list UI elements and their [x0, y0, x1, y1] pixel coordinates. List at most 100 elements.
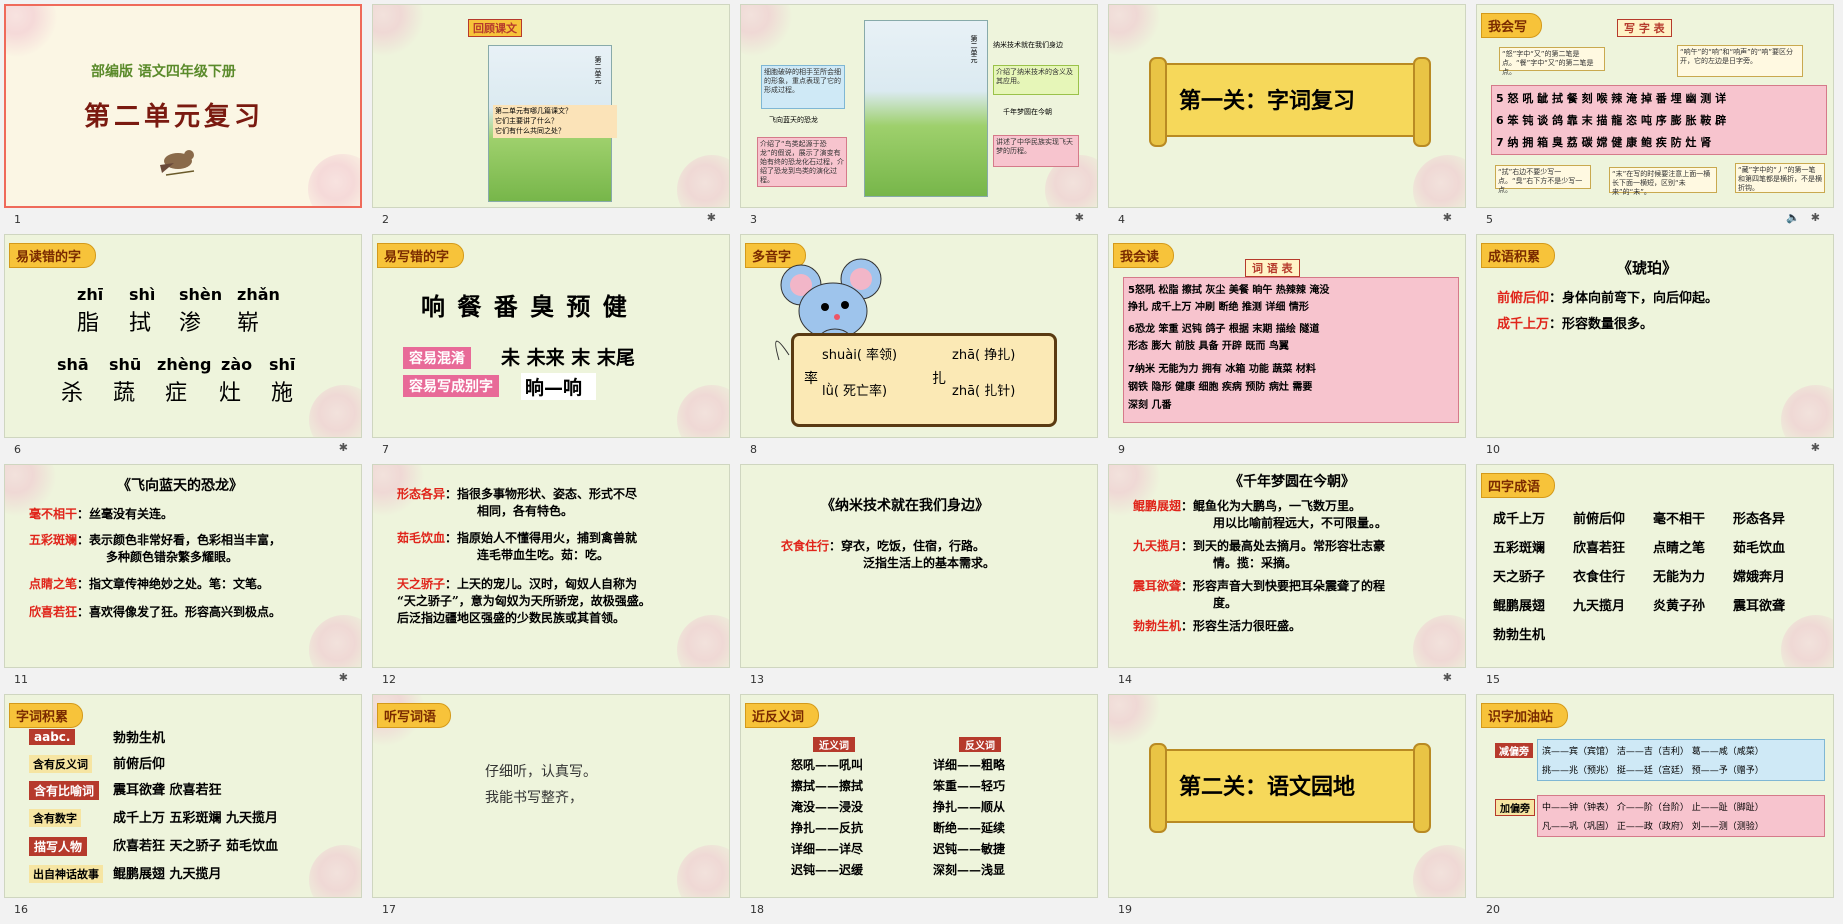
slide-number: 10 [1486, 443, 1500, 456]
question-box: 第二单元有哪几篇课文？ 它们主要讲了什么？ 它们有什么共同之处？ [493, 105, 617, 139]
slide-tag: 易写错的字 [377, 243, 465, 268]
idiom-meaning-cont: 多种颜色错杂繁多耀眼。 [106, 550, 239, 564]
label-confusing: 容易混淆 [403, 347, 471, 369]
slide-15[interactable]: 四字成语 成千上万 前俯后仰 毫不相干 形态各异 五彩斑斓 欣喜若狂 点睛之笔 茹毛饮血 天… [1476, 464, 1834, 668]
idiom-meaning: ：鲲鱼化为大鹏鸟，一飞数万里。 [1181, 499, 1362, 513]
idiom: 成千上万 [1497, 317, 1550, 332]
slide-8[interactable]: 多音字 率 shuài( 率领) lǜ( 死亡率) 扎 zhā( 挣扎) zhā… [740, 234, 1098, 438]
slide-2[interactable]: 回顾课文 第二单元 第二单元有哪几篇课文？ 它们主要讲了什么？ 它们有什么共同之… [372, 4, 730, 208]
category-value: 震耳欲聋 欣喜若狂 [113, 783, 222, 798]
slide-number: 15 [1486, 673, 1500, 686]
lesson-title: 《飞向蓝天的恐龙》 [117, 478, 243, 494]
slide-6[interactable]: 易读错的字 zhī shì shèn zhǎn 脂拭渗崭 shā shū zhèng zào… [4, 234, 362, 438]
textbook-image: 第二单元 [864, 20, 988, 197]
pair-row: 凡——巩（巩固） 正——政（政府） 刘——测（测验） [1542, 822, 1764, 832]
slide-thumb-8[interactable]: 多音字 率 shuài( 率领) lǜ( 死亡率) 扎 zhā( 挣扎) zhā… [740, 234, 1098, 464]
idiom-meaning: ：上天的宠儿。汉时，匈奴人自称为 [445, 577, 638, 591]
callout-6: 千年梦圆在今朝 [1003, 108, 1052, 116]
slide-thumb-16[interactable]: 字词积累 aabc. 勃勃生机 含有反义词 前俯后仰 含有比喻词 震耳欲聋 欣喜… [4, 694, 362, 924]
idiom: 震耳欲聋 [1133, 579, 1182, 593]
callout-3: “拭”右边不要少写一点。“臭”右下方不是少写一点。 [1495, 165, 1591, 194]
slide-thumb-2[interactable]: 回顾课文 第二单元 第二单元有哪几篇课文？ 它们主要讲了什么？ 它们有什么共同之… [372, 4, 730, 234]
word-table: 5怒吼 松脂 擦拭 灰尘 美餐 晌午 热辣辣 淹没 挣扎 成千上万 冲刷 断绝 … [1123, 277, 1459, 423]
category-label: aabc. [29, 729, 76, 745]
slide-number: 6 [14, 443, 21, 456]
table-header: 写 字 表 [1617, 19, 1672, 37]
slide-thumb-20[interactable]: 识字加油站 减偏旁 滨——宾（宾馆） 洁——吉（吉利） 葛——咸（咸菜） 挑——… [1476, 694, 1834, 924]
slide-thumb-3[interactable]: 细胞破碎的相手至所会细的形象，重点表现了它的形成过程。 飞向蓝天的恐龙 介绍了“… [740, 4, 1098, 234]
animation-icon: ✱ [338, 671, 348, 684]
slide-thumb-15[interactable]: 四字成语 成千上万 前俯后仰 毫不相干 形态各异 五彩斑斓 欣喜若狂 点睛之笔 茹毛饮血 天… [1476, 464, 1834, 694]
pinyin-row-1: zhī shì shèn zhǎn [77, 285, 280, 304]
anti-list: 详细——粗略 笨重——轻巧 挣扎——顺从 断绝——延续 迟钝——敏捷 深刻——浅显 [933, 758, 1006, 877]
word-row: 钢铁 隐形 健康 细胞 疾病 预防 病灶 需要 [1128, 382, 1313, 393]
group-box: 滨——宾（宾馆） 洁——吉（吉利） 葛——咸（咸菜） 挑——兆（预兆） 挺——廷… [1537, 739, 1825, 781]
idiom-meaning: ：指原始人不懂得用火，捕到禽兽就 [445, 531, 638, 545]
slide-7[interactable]: 易写错的字 响 餐 番 臭 预 健 容易混淆 未 未来 末 末尾 容易写成别字 … [372, 234, 730, 438]
idiom-meaning: ：形容生活力很旺盛。 [1181, 619, 1302, 633]
pair-row: 滨——宾（宾馆） 洁——吉（吉利） 葛——咸（咸菜） [1542, 747, 1764, 757]
slide-thumb-19[interactable]: 第二关：语文园地 19 [1108, 694, 1466, 924]
slide-thumb-7[interactable]: 易写错的字 响 餐 番 臭 预 健 容易混淆 未 未来 末 末尾 容易写成别字 … [372, 234, 730, 464]
slide-thumb-9[interactable]: 我会读 词 语 表 5怒吼 松脂 擦拭 灰尘 美餐 晌午 热辣辣 淹没 挣扎 成… [1108, 234, 1466, 464]
slide-thumb-10[interactable]: 成语积累 《琥珀》 前俯后仰：身体向前弯下，向后仰起。 成千上万：形容数量很多。… [1476, 234, 1834, 464]
slide-thumb-13[interactable]: 《纳米技术就在我们身边》 衣食住行：穿衣，吃饭，住宿，行路。 泛指生活上的基本需… [740, 464, 1098, 694]
slide-tag: 我会写 [1481, 13, 1543, 38]
idiom-meaning-cont: 后泛指边疆地区强盛的少数民族或其首领。 [397, 611, 626, 625]
slide-thumb-11[interactable]: 《飞向蓝天的恐龙》 毫不相干：丝毫没有关连。 五彩斑斓：表示颜色非常好看，色彩相… [4, 464, 362, 694]
slide-1[interactable]: 部编版 语文四年级下册 第二单元复习 [4, 4, 362, 208]
slide-19[interactable]: 第二关：语文园地 [1108, 694, 1466, 898]
slide-thumb-1[interactable]: 部编版 语文四年级下册 第二单元复习 1 [4, 4, 362, 234]
slide-4[interactable]: 第一关：字词复习 [1108, 4, 1466, 208]
idiom-meaning-cont: 相同，各有特色。 [477, 504, 574, 518]
idiom-grid: 成千上万 前俯后仰 毫不相干 形态各异 五彩斑斓 欣喜若狂 点睛之笔 茹毛饮血 天之骄子 衣食… [1493, 512, 1786, 643]
slide-thumb-5[interactable]: 我会写 写 字 表 “怒”字中“又”的第二笔是点。“餐”字中“又”的第二笔是点。… [1476, 4, 1834, 234]
slide-thumb-14[interactable]: 《千年梦圆在今朝》 鲲鹏展翅：鲲鱼化为大鹏鸟，一飞数万里。 用以比喻前程远大，不… [1108, 464, 1466, 694]
idiom-meaning: ：身体向前弯下，向后仰起。 [1549, 291, 1719, 306]
slide-number: 16 [14, 903, 28, 916]
instruction-line: 仔细听，认真写。 [485, 764, 597, 780]
category-value: 欣喜若狂 天之骄子 茹毛饮血 [113, 839, 279, 854]
slide-tag: 四字成语 [1481, 473, 1556, 498]
slide-3[interactable]: 细胞破碎的相手至所会细的形象，重点表现了它的形成过程。 飞向蓝天的恐龙 介绍了“… [740, 4, 1098, 208]
callout-4: 纳米技术就在我们身边 [993, 41, 1063, 49]
lesson-title: 《千年梦圆在今朝》 [1229, 474, 1355, 490]
category-label: 含有反义词 [29, 755, 92, 773]
idiom-meaning: ：指很多事物形状、姿态、形式不尽 [445, 487, 638, 501]
slide-11[interactable]: 《飞向蓝天的恐龙》 毫不相干：丝毫没有关连。 五彩斑斓：表示颜色非常好看，色彩相… [4, 464, 362, 668]
slide-5[interactable]: 我会写 写 字 表 “怒”字中“又”的第二笔是点。“餐”字中“又”的第二笔是点。… [1476, 4, 1834, 208]
slide-20[interactable]: 识字加油站 减偏旁 滨——宾（宾馆） 洁——吉（吉利） 葛——咸（咸菜） 挑——… [1476, 694, 1834, 898]
slide-17[interactable]: 听写词语 仔细听，认真写。 我能书写整齐， [372, 694, 730, 898]
word-row: 5怒吼 松脂 擦拭 灰尘 美餐 晌午 热辣辣 淹没 [1128, 285, 1330, 296]
callout-7: 讲述了中华民族实现飞天梦的历程。 [993, 135, 1079, 167]
slide-number: 11 [14, 673, 28, 686]
slide-number: 20 [1486, 903, 1500, 916]
q3: 它们有什么共同之处？ [495, 126, 565, 135]
slide-13[interactable]: 《纳米技术就在我们身边》 衣食住行：穿衣，吃饭，住宿，行路。 泛指生活上的基本需… [740, 464, 1098, 668]
slide-thumb-17[interactable]: 听写词语 仔细听，认真写。 我能书写整齐， 17 [372, 694, 730, 924]
lesson-title: 《纳米技术就在我们身边》 [821, 498, 989, 514]
slide-thumb-12[interactable]: 形态各异：指很多事物形状、姿态、形式不尽 相同，各有特色。 茹毛饮血：指原始人不… [372, 464, 730, 694]
slide-number: 8 [750, 443, 757, 456]
reading-2b: zhā( 扎针) [952, 384, 1016, 399]
slide-thumb-18[interactable]: 近反义词 近义词 反义词 怒吼——吼叫 擦拭——擦拭 淹没——浸没 挣扎——反抗 详细—… [740, 694, 1098, 924]
category-value: 成千上万 五彩斑斓 九天揽月 [113, 811, 279, 826]
scroll-title: 第二关：语文园地 [1179, 774, 1356, 800]
slide-18[interactable]: 近反义词 近义词 反义词 怒吼——吼叫 擦拭——擦拭 淹没——浸没 挣扎——反抗 详细—… [740, 694, 1098, 898]
idiom-meaning-cont: “天之骄子”，意为匈奴为天所骄宠，故极强盛。 [397, 594, 651, 608]
group-label: 减偏旁 [1495, 743, 1533, 758]
slide-number: 5 [1486, 213, 1493, 226]
slide-9[interactable]: 我会读 词 语 表 5怒吼 松脂 擦拭 灰尘 美餐 晌午 热辣辣 淹没 挣扎 成… [1108, 234, 1466, 438]
slide-14[interactable]: 《千年梦圆在今朝》 鲲鹏展翅：鲲鱼化为大鹏鸟，一飞数万里。 用以比喻前程远大，不… [1108, 464, 1466, 668]
callout-1: “怒”字中“又”的第二笔是点。“餐”字中“又”的第二笔是点。 [1499, 47, 1605, 76]
book-label: 第二单元 [594, 56, 602, 84]
slide-thumb-4[interactable]: 第一关：字词复习 4 ✱ [1108, 4, 1466, 234]
group-box: 中——钟（钟表） 介——阶（台阶） 止——趾（脚趾） 凡——巩（巩固） 正——政… [1537, 795, 1825, 837]
slide-10[interactable]: 成语积累 《琥珀》 前俯后仰：身体向前弯下，向后仰起。 成千上万：形容数量很多。 [1476, 234, 1834, 438]
slide-12[interactable]: 形态各异：指很多事物形状、姿态、形式不尽 相同，各有特色。 茹毛饮血：指原始人不… [372, 464, 730, 668]
value-typo: 晌—响 [521, 373, 597, 400]
idiom: 鲲鹏展翅 [1133, 499, 1182, 513]
slide-tag: 我会读 [1113, 243, 1175, 268]
slide-16[interactable]: 字词积累 aabc. 勃勃生机 含有反义词 前俯后仰 含有比喻词 震耳欲聋 欣喜… [4, 694, 362, 898]
slide-thumb-6[interactable]: 易读错的字 zhī shì shèn zhǎn 脂拭渗崭 shā shū zhèng zào… [4, 234, 362, 464]
